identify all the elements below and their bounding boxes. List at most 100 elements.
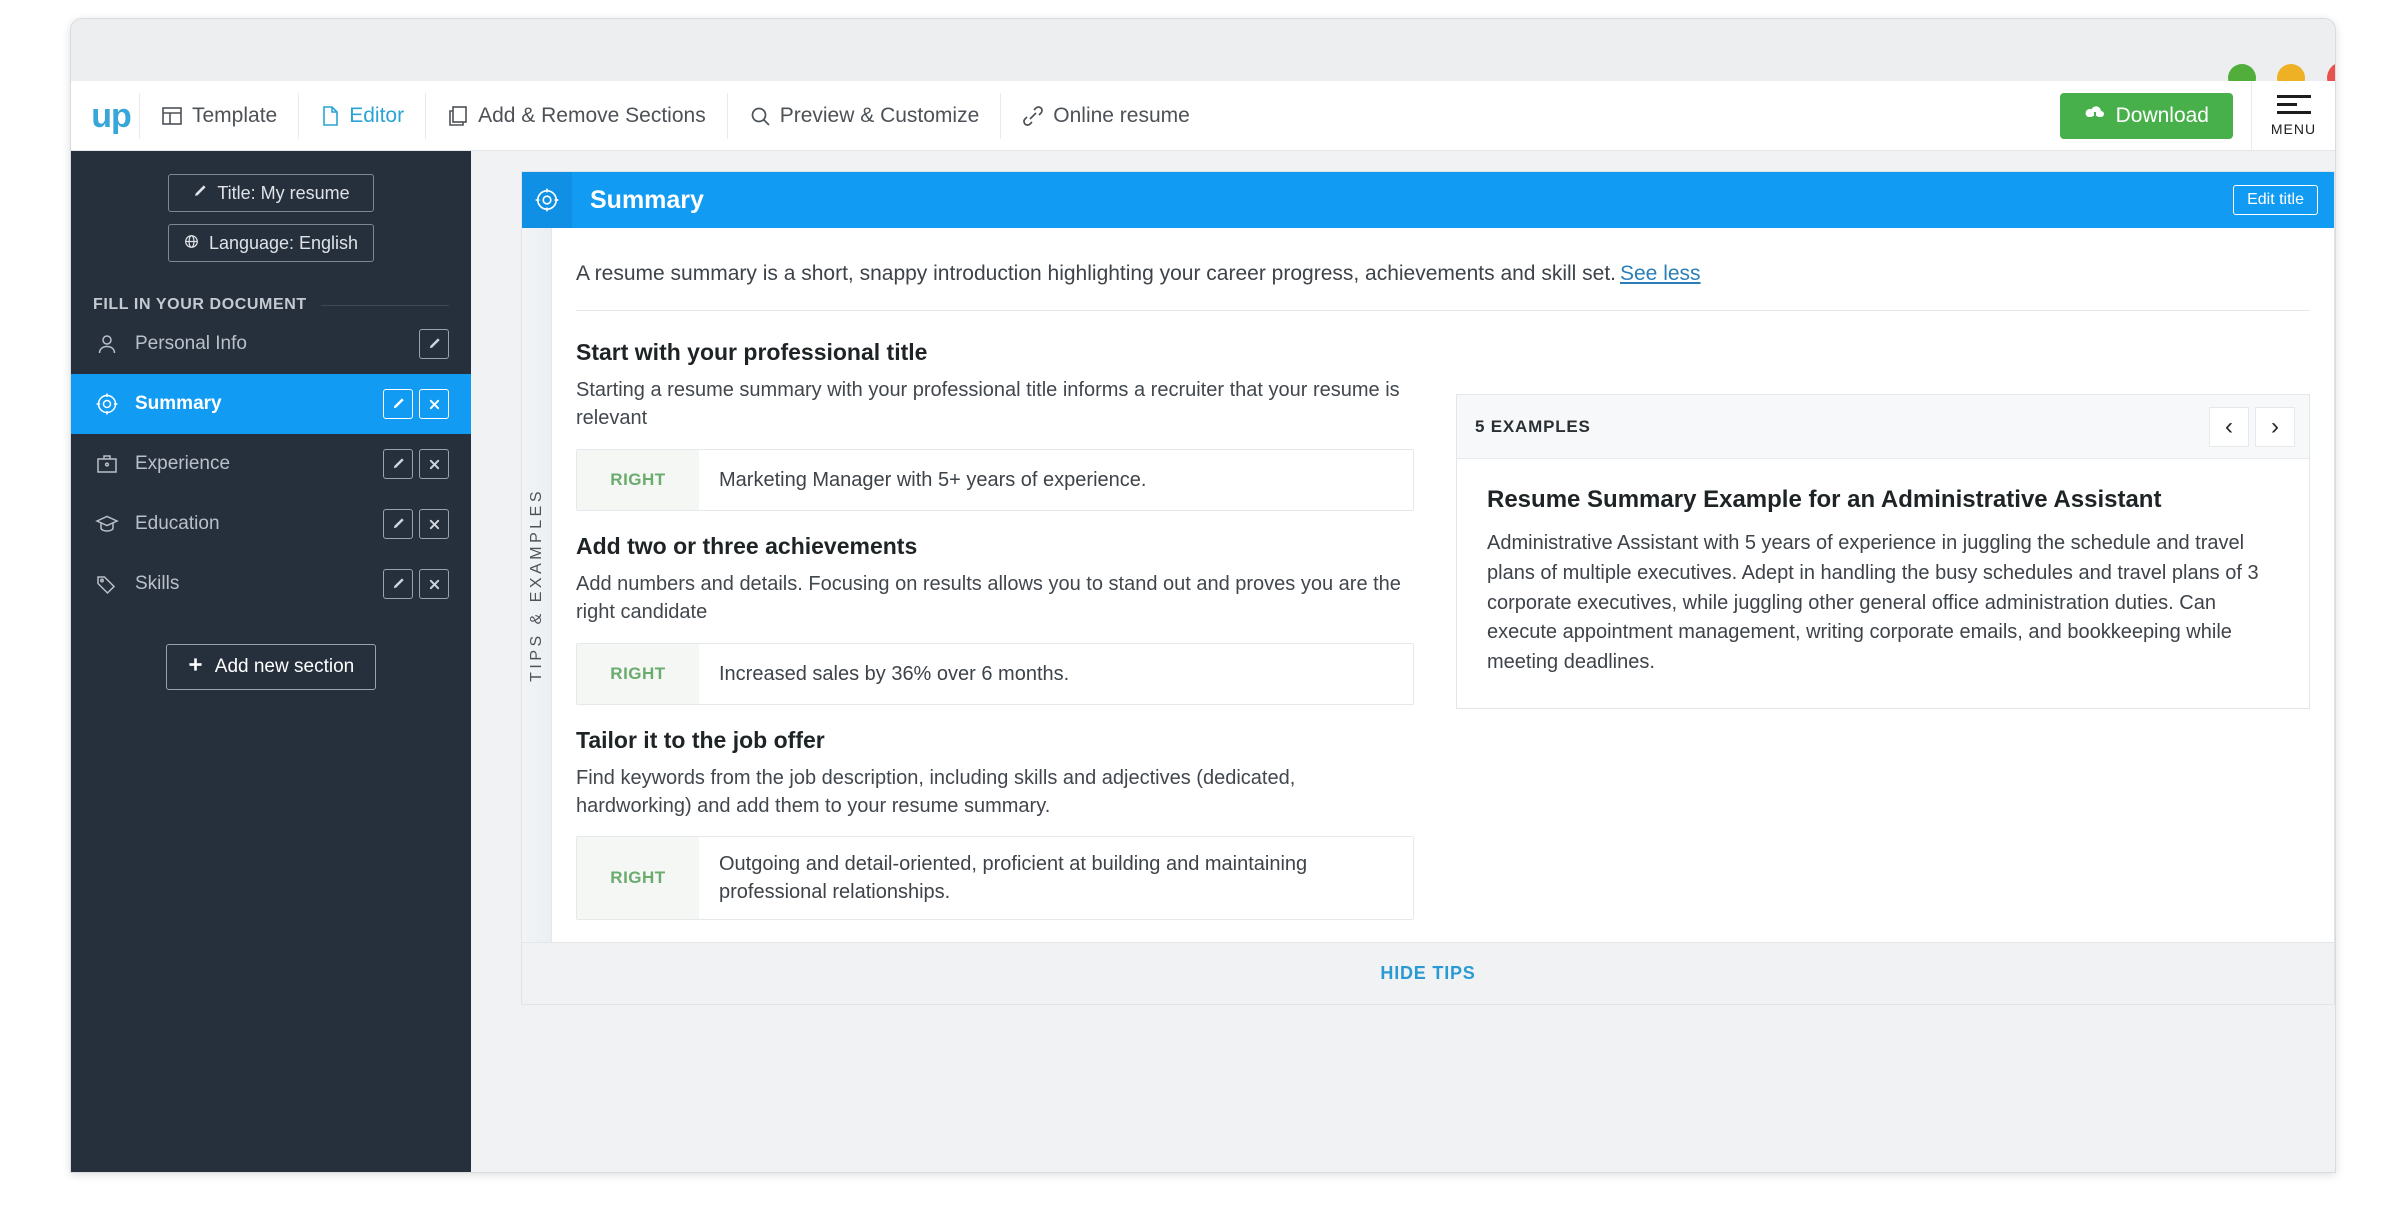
hide-tips-button[interactable]: HIDE TIPS [522,942,2334,1004]
tip-title: Add two or three achievements [576,533,1414,560]
top-navigation-right-group: Download MENU [2060,81,2335,151]
link-icon [1022,105,1044,127]
examples-card-header: 5 EXAMPLES ‹ › [1457,395,2309,459]
delete-section-button[interactable] [419,509,449,539]
nav-item-editor[interactable]: Editor [299,81,425,151]
tips-panel-body: TIPS & EXAMPLES A resume summary is a sh… [522,228,2334,942]
sidebar-item-experience[interactable]: Experience [71,434,471,494]
tip-title: Tailor it to the job offer [576,727,1414,754]
sidebar-item-label: Skills [135,573,179,595]
nav-item-label: Template [192,104,277,128]
tip-block: Tailor it to the job offer Find keywords… [576,727,1414,921]
globe-icon [184,233,199,254]
tips-columns: Start with your professional title Start… [576,311,2310,942]
edit-title-button[interactable]: Edit title [2233,185,2318,215]
resume-title-label: Title: My resume [217,183,349,204]
sidebar-item-label: Summary [135,393,222,415]
delete-section-button[interactable] [419,389,449,419]
language-button[interactable]: Language: English [168,224,374,262]
app-window: up Template Editor [70,18,2336,1173]
resume-title-button[interactable]: Title: My resume [168,174,374,212]
sidebar-item-personal-info[interactable]: Personal Info [71,314,471,374]
hamburger-icon [2277,95,2311,114]
tip-title: Start with your professional title [576,339,1414,366]
tip-block: Add two or three achievements Add number… [576,533,1414,705]
sidebar-item-summary[interactable]: Summary [71,374,471,434]
person-icon [95,332,129,356]
sidebar-item-education[interactable]: Education [71,494,471,554]
sidebar-item-actions [419,329,449,359]
menu-toggle-label: MENU [2271,121,2316,137]
nav-item-label: Online resume [1053,104,1190,128]
graduation-cap-icon [95,512,129,536]
tips-examples-rail-label: TIPS & EXAMPLES [528,488,546,682]
fill-document-label: FILL IN YOUR DOCUMENT [93,296,307,314]
nav-item-preview-customize[interactable]: Preview & Customize [728,81,1001,151]
edit-section-button[interactable] [383,569,413,599]
examples-card-body: Resume Summary Example for an Administra… [1457,459,2309,708]
tip-description: Add numbers and details. Focusing on res… [576,570,1414,627]
tips-panel: Summary Edit title TIPS & EXAMPLES A res… [521,171,2335,1005]
sidebar-item-label: Personal Info [135,333,247,355]
edit-section-button[interactable] [419,329,449,359]
tips-content: A resume summary is a short, snappy intr… [552,228,2334,942]
sidebar-item-label: Experience [135,453,230,475]
pencil-icon [192,183,207,204]
add-new-section-button[interactable]: Add new section [166,644,376,690]
nav-item-online-resume[interactable]: Online resume [1001,81,1211,151]
nav-item-template[interactable]: Template [140,81,298,151]
example-text: Administrative Assistant with 5 years of… [1487,529,2279,678]
download-button[interactable]: Download [2060,93,2233,139]
add-new-section-label: Add new section [215,656,354,678]
hide-tips-label: HIDE TIPS [1380,963,1475,984]
plus-icon [188,656,203,678]
tips-panel-header: Summary Edit title [522,172,2334,228]
sidebar-item-actions [383,389,449,419]
tip-example: RIGHT Marketing Manager with 5+ years of… [576,449,1414,511]
language-label: Language: English [209,233,358,254]
tip-example: RIGHT Outgoing and detail-oriented, prof… [576,836,1414,920]
see-less-link[interactable]: See less [1620,262,1701,285]
search-icon [749,105,771,127]
examples-column: 5 EXAMPLES ‹ › Resume Summary Example fo… [1456,339,2310,942]
nav-item-label: Add & Remove Sections [478,104,706,128]
nav-item-label: Preview & Customize [780,104,980,128]
briefcase-icon [95,452,129,476]
divider-line [321,305,449,306]
sidebar: Title: My resume Language: English FILL … [71,151,471,1172]
sidebar-item-label: Education [135,513,220,535]
tags-icon [95,572,129,596]
template-icon [161,105,183,127]
edit-section-button[interactable] [383,449,413,479]
chevron-right-icon[interactable]: › [2255,407,2295,447]
tip-example: RIGHT Increased sales by 36% over 6 mont… [576,643,1414,705]
tip-example-text: Increased sales by 36% over 6 months. [699,644,1413,704]
tips-examples-rail: TIPS & EXAMPLES [522,228,552,942]
top-navigation-bar: up Template Editor [71,81,2335,151]
app-logo[interactable]: up [83,99,139,133]
menu-toggle-button[interactable]: MENU [2251,81,2335,151]
chevron-left-icon[interactable]: ‹ [2209,407,2249,447]
target-icon [95,392,129,416]
tip-description: Starting a resume summary with your prof… [576,376,1414,433]
document-icon [320,105,340,127]
nav-item-add-remove-sections[interactable]: Add & Remove Sections [426,81,727,151]
edit-section-button[interactable] [383,509,413,539]
sidebar-item-actions [383,509,449,539]
tip-example-tag: RIGHT [577,450,699,510]
tips-list: Start with your professional title Start… [576,339,1414,942]
download-button-label: Download [2116,104,2209,128]
tip-description: Find keywords from the job description, … [576,764,1414,821]
sidebar-item-actions [383,569,449,599]
fill-document-header: FILL IN YOUR DOCUMENT [93,296,449,314]
sidebar-item-actions [383,449,449,479]
examples-card: 5 EXAMPLES ‹ › Resume Summary Example fo… [1456,394,2310,709]
tips-intro-sentence: A resume summary is a short, snappy intr… [576,262,1616,285]
window-titlebar [71,19,2335,81]
nav-item-label: Editor [349,104,404,128]
cloud-download-icon [2084,104,2106,128]
delete-section-button[interactable] [419,449,449,479]
sidebar-item-skills[interactable]: Skills [71,554,471,614]
delete-section-button[interactable] [419,569,449,599]
edit-section-button[interactable] [383,389,413,419]
